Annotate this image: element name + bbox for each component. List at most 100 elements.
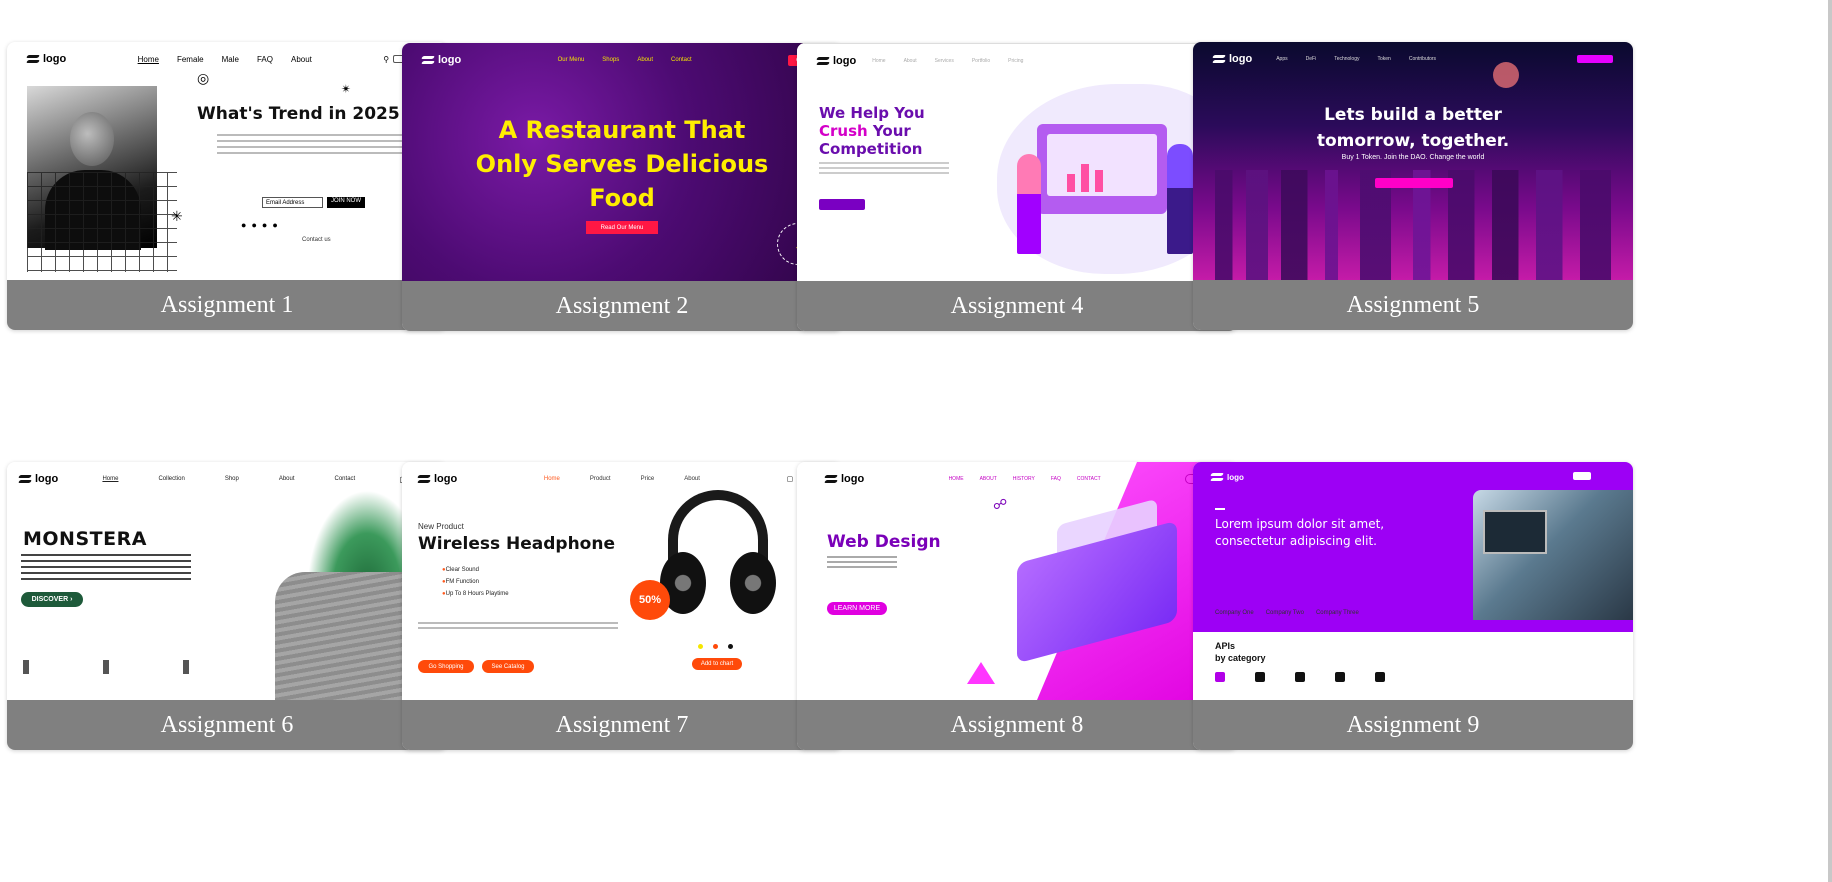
logo: logo [422,54,461,66]
category-tiles [1215,672,1623,700]
card-caption: Assignment 1 [7,280,447,330]
signup-button [1573,472,1591,480]
assignment-card-9[interactable]: logo Lorem ipsum dolor sit amet, consecte… [1193,462,1633,750]
logo: logo [27,53,66,65]
assignment-card-7[interactable]: logo Home Product Price About ▢ ⚲ ♡ △ Ne… [402,462,842,750]
nav-link: About [278,476,295,482]
nav-link: Portfolio [971,58,991,64]
assignment-card-6[interactable]: logo Home Collection Shop About Contact … [7,462,447,750]
share-icon: ☍ [993,496,1008,512]
preview-paragraph [827,556,897,568]
nav-link: About [903,58,917,64]
logo-text: logo [43,53,67,65]
nav-link: About [291,54,312,64]
scrollbar-thumb[interactable] [1828,0,1832,882]
discover-button: DISCOVER › [21,592,83,607]
x-icon: ● [251,220,257,230]
logo: logo [1211,472,1244,482]
nav-link: Collection [158,476,185,482]
join-button: JOIN NOW [327,197,365,208]
dashboard-illustration [1037,124,1167,214]
preview-headline: MONSTERA [23,528,147,550]
feature-item: Up To 8 Hours Playtime [442,591,509,597]
nav-link: Services [934,58,954,64]
logo-text: logo [833,55,857,67]
nav-link: FAQ [1050,476,1061,482]
nav-link: About [684,476,700,482]
logo-icon [1211,472,1223,482]
feature-item: FM Function [442,579,479,585]
category-icon [1255,672,1265,682]
sparkle-icon: ✴ [341,82,352,96]
nav-link: HOME [948,476,964,482]
card-caption: Assignment 5 [1193,280,1633,330]
facebook-icon: ● [241,220,247,230]
logo-icon [27,54,39,64]
logo: logo [817,55,856,67]
card-caption: Assignment 8 [797,700,1237,750]
preview-nav-links: Home Product Price About [544,476,700,482]
preview-headline: A Restaurant That Only Serves Delicious … [475,116,769,212]
preview-paragraph [819,162,949,174]
preview-nav: logo HOME ABOUT HISTORY FAQ CONTACT [825,472,1217,486]
feature-list [23,660,243,674]
color-dot [698,644,703,649]
logo: logo [1213,53,1252,65]
nav-link: Shop [224,476,239,482]
whatsapp-icon: ● [272,220,278,230]
assignment-card-5[interactable]: logo Apps DeFi Technology Token Contribu… [1193,42,1633,330]
assignment-card-1[interactable]: logo Home Female Male FAQ About ⚲ Search… [7,42,447,330]
logo-icon [19,474,31,484]
nav-link: Home [543,476,560,482]
preview-nav: logo Apps DeFi Technology Token Contribu… [1213,52,1613,66]
nav-link: Our Menu [557,57,585,63]
category-icon [1295,672,1305,682]
accent-line [1215,508,1225,510]
card-caption: Assignment 7 [402,700,842,750]
nav-link: DeFi [1305,56,1317,62]
person-illustration [1017,154,1041,254]
discount-badge: 50% [630,580,670,620]
assignment-card-2[interactable]: logo Our Menu Shops About Contact Order … [402,43,842,331]
nav-link: Home [137,54,159,64]
logo-text: logo [841,473,865,485]
go-shopping-button: Go Shopping [418,660,474,673]
company-name: Company Three [1315,610,1359,616]
nav-link: Apps [1276,56,1288,62]
preview-nav-links: Our Menu Shops About Contact [558,57,692,63]
menu-button: Read Our Menu [586,221,658,234]
card-caption: Assignment 2 [402,281,842,331]
logo-text: logo [1229,53,1253,65]
nav-link: Male [221,54,239,64]
preview-nav: logo Home Product Price About ▢ ⚲ ♡ △ [418,472,822,486]
card-caption: Assignment 9 [1193,700,1633,750]
color-dot [728,644,733,649]
logo: logo [825,473,864,485]
logo-icon [418,474,430,484]
assignment-card-4[interactable]: logo Home About Services Portfolio Prici… [797,43,1237,331]
nav-link: Token [1377,56,1391,62]
page-scrollbar[interactable] [1828,0,1832,882]
signup-form: Email Address JOIN NOW [262,197,365,208]
preview-headline: Lets build a better tomorrow, together. [1316,105,1510,151]
preview-subline: Buy 1 Token. Join the DAO. Change the wo… [1341,154,1485,161]
preview-paragraph [418,622,618,632]
nav-link: Home [872,58,886,64]
nav-link: Price [640,476,655,482]
logo: logo [19,473,58,485]
triangle-decoration [967,662,995,684]
see-catalog-button: See Catalog [482,660,534,673]
preview-bullets [21,554,191,584]
assignment-card-8[interactable]: logo HOME ABOUT HISTORY FAQ CONTACT Web … [797,462,1237,750]
grid-decoration [27,172,177,272]
add-to-cart-button: Add to chart [692,658,742,670]
nav-link: Contact [671,57,692,63]
social-icons: ● ● ● ● [241,220,278,230]
logo: logo [418,473,457,485]
contact-label: Contact us [302,237,331,243]
developer-photo [1473,490,1633,620]
nav-link: Home [102,476,119,482]
category-icon [1215,672,1225,682]
assignment-7-preview: logo Home Product Price About ▢ ⚲ ♡ △ Ne… [402,462,842,700]
nav-link: HISTORY [1012,476,1035,482]
